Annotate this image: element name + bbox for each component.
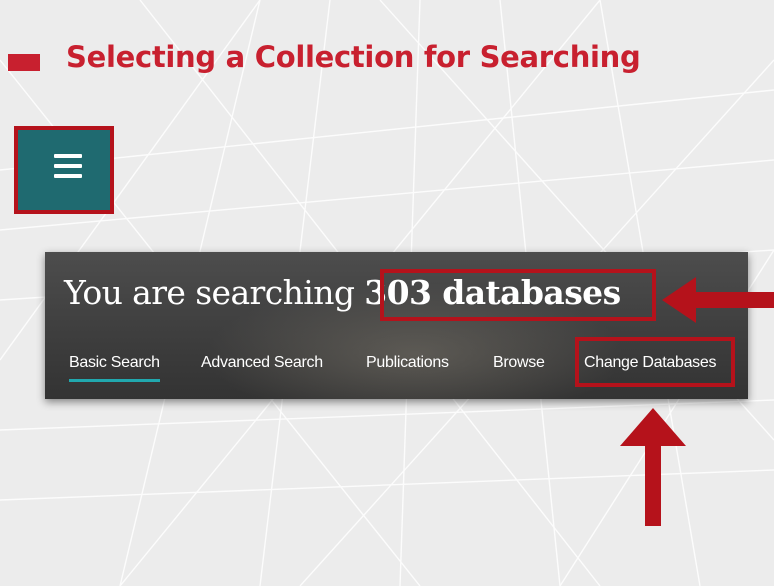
menu-button[interactable] xyxy=(14,126,114,214)
tab-advanced-search[interactable]: Advanced Search xyxy=(201,354,323,372)
slide-title: Selecting a Collection for Searching xyxy=(66,40,641,74)
tab-publications[interactable]: Publications xyxy=(366,354,449,372)
title-accent-bar xyxy=(8,54,40,71)
left-pointing-arrow-icon xyxy=(662,277,774,323)
search-header-panel: You are searching 303 databases Basic Se… xyxy=(45,252,748,399)
tab-basic-search[interactable]: Basic Search xyxy=(69,354,160,382)
database-count-highlight xyxy=(380,269,656,321)
hamburger-menu-icon xyxy=(54,154,82,178)
change-databases-highlight xyxy=(575,337,735,387)
up-pointing-arrow-icon xyxy=(620,408,686,526)
heading-prefix: You are searching xyxy=(64,273,355,312)
tab-browse[interactable]: Browse xyxy=(493,354,545,372)
